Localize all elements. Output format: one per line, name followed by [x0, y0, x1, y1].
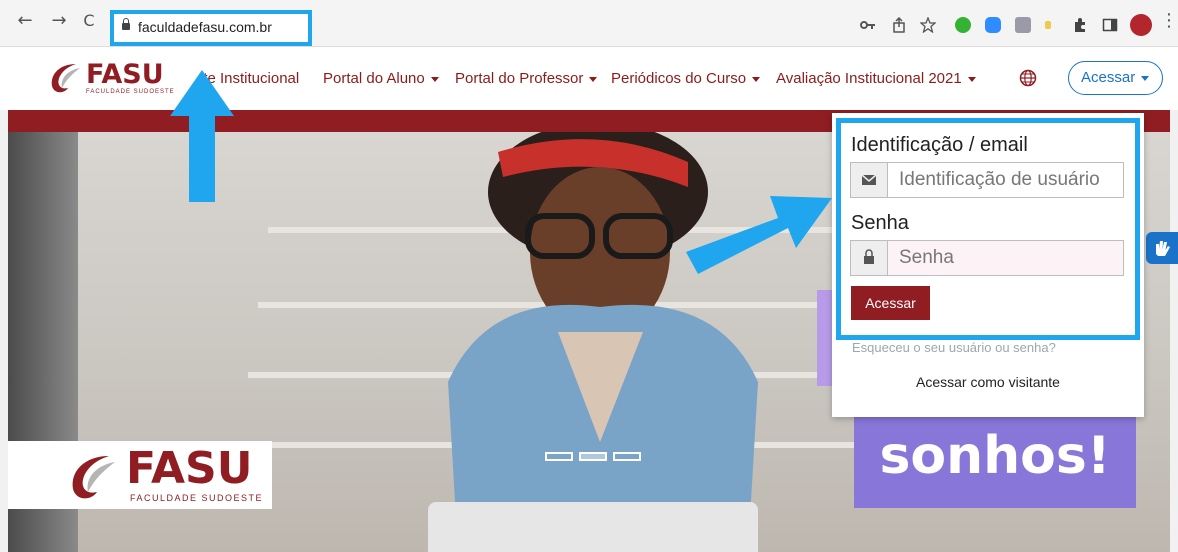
hero-logo-subtext: FACULDADE SUDOESTE	[130, 493, 264, 503]
share-icon[interactable]	[891, 17, 907, 33]
caret-down-icon	[1141, 75, 1150, 81]
caret-down-icon	[967, 76, 976, 82]
whatsapp-extension-icon[interactable]	[955, 17, 971, 33]
accessibility-widget[interactable]	[1146, 232, 1178, 264]
username-input[interactable]	[889, 164, 1121, 196]
url-text[interactable]: faculdadefasu.com.br	[138, 19, 272, 35]
slide-indicator[interactable]	[613, 452, 641, 461]
key-icon[interactable]	[860, 17, 876, 33]
nav-avaliacao-institucional[interactable]: Avaliação Institucional 2021	[776, 70, 976, 87]
guest-login-link[interactable]: Acessar como visitante	[832, 374, 1144, 390]
slide-indicator-active[interactable]	[579, 452, 607, 461]
lock-icon	[122, 18, 130, 30]
meet-extension-icon[interactable]	[1015, 17, 1031, 33]
username-field[interactable]	[850, 162, 1124, 198]
puzzle-icon[interactable]	[1072, 17, 1088, 33]
hero-banner-text: sonhos!	[854, 412, 1136, 508]
star-icon[interactable]	[920, 17, 936, 33]
password-input[interactable]	[889, 242, 1121, 274]
hero-fasu-logo: FASU FACULDADE SUDOESTE	[8, 441, 272, 509]
menu-dots-icon[interactable]: ⋮	[1160, 10, 1178, 32]
fasu-swoosh-icon	[72, 456, 115, 499]
nav-site-institucional[interactable]: ite Institucional	[200, 70, 299, 87]
arrow-left-icon[interactable]: ←	[14, 10, 36, 32]
password-field[interactable]	[850, 240, 1124, 276]
hero-logo-text: FASU	[126, 443, 253, 494]
nav-label: Portal do Aluno	[323, 70, 425, 87]
caret-down-icon	[752, 76, 761, 82]
envelope-icon	[851, 163, 888, 197]
fasu-swoosh-icon	[51, 64, 80, 93]
login-button-label: Acessar	[1081, 69, 1136, 86]
nav-portal-do-professor[interactable]: Portal do Professor	[455, 70, 598, 87]
profile-avatar[interactable]	[1130, 14, 1152, 36]
nav-periodicos-do-curso[interactable]: Periódicos do Curso	[611, 70, 761, 87]
nav-label: Avaliação Institucional 2021	[776, 70, 962, 87]
nav-label: Portal do Professor	[455, 70, 584, 87]
logo-subtext: FACULDADE SUDOESTE	[86, 89, 175, 95]
nav-portal-do-aluno[interactable]: Portal do Aluno	[323, 70, 439, 87]
slide-indicator[interactable]	[545, 452, 573, 461]
side-panel-icon[interactable]	[1102, 17, 1118, 33]
sign-language-icon	[1156, 241, 1170, 256]
globe-icon[interactable]	[1019, 69, 1037, 87]
login-dropdown-button[interactable]: Acessar	[1068, 61, 1163, 95]
hero-student-image	[428, 132, 758, 552]
arrow-right-icon[interactable]: →	[48, 10, 70, 32]
padlock-icon	[851, 241, 888, 275]
password-label: Senha	[851, 212, 909, 234]
caret-down-icon	[589, 76, 598, 82]
caret-down-icon	[430, 76, 439, 82]
fasu-logo[interactable]: FASU FACULDADE SUDOESTE	[46, 58, 178, 98]
nav-label: ite Institucional	[200, 70, 300, 87]
forgot-password-link[interactable]: Esqueceu o seu usuário ou senha?	[852, 340, 1056, 355]
zoom-extension-icon[interactable]	[985, 17, 1001, 33]
extension-icon[interactable]	[1045, 21, 1051, 29]
browser-toolbar: ← → C faculdadefasu.com.br ⋮	[0, 0, 1178, 47]
reload-icon[interactable]: C	[78, 10, 100, 32]
username-label: Identificação / email	[851, 134, 1028, 156]
logo-text: FASU	[86, 59, 164, 90]
login-submit-button[interactable]: Acessar	[851, 286, 930, 320]
nav-label: Periódicos do Curso	[611, 70, 747, 87]
